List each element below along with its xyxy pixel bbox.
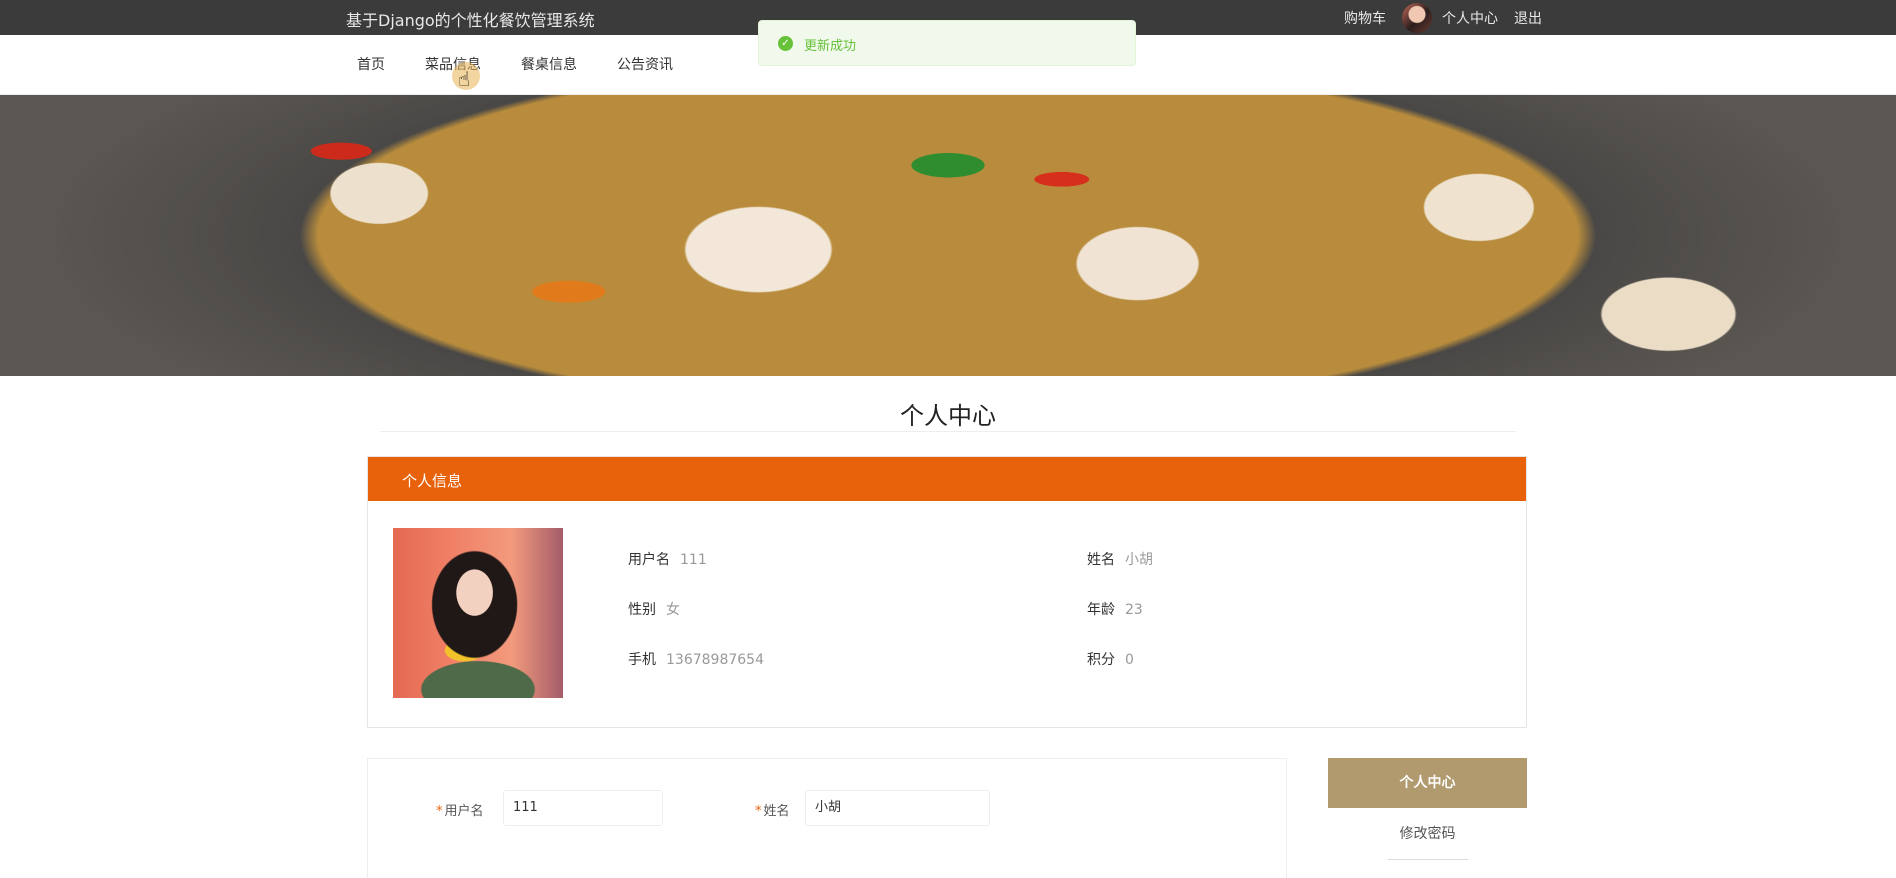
success-toast: ✓ 更新成功: [758, 20, 1136, 66]
logout-link[interactable]: 退出: [1514, 8, 1542, 28]
info-name: 姓名 小胡: [1087, 552, 1153, 568]
profile-info-card: 个人信息 用户名 111 姓名 小胡 性别女 年龄 23 手机 13678987654 …: [367, 456, 1527, 728]
info-username: 用户名 111: [628, 552, 707, 568]
username-input[interactable]: 111: [503, 790, 663, 826]
nav-item-news[interactable]: 公告资讯: [617, 54, 673, 74]
page-title: 个人中心: [900, 402, 996, 430]
user-avatar[interactable]: [1402, 2, 1432, 33]
banner-carousel[interactable]: [0, 95, 1896, 376]
name-form-label: * 姓名: [755, 804, 790, 819]
profile-edit-form: * 用户名 111 * 姓名 小胡: [367, 758, 1287, 878]
info-age: 年龄 23: [1087, 602, 1143, 618]
info-phone: 手机 13678987654: [628, 652, 764, 668]
profile-info-header: 个人信息: [368, 457, 1526, 501]
nav-item-home[interactable]: 首页: [357, 54, 385, 74]
side-menu-change-password[interactable]: 修改密码: [1328, 816, 1527, 852]
name-input[interactable]: 小胡: [805, 790, 990, 826]
profile-photo: [393, 528, 563, 698]
info-gender: 性别女: [628, 602, 680, 618]
side-menu-divider: [1388, 859, 1468, 860]
username-form-label: * 用户名: [436, 804, 484, 819]
site-title: 基于Django的个性化餐饮管理系统: [346, 11, 595, 30]
check-circle-icon: ✓: [778, 36, 793, 51]
cart-link[interactable]: 购物车: [1344, 8, 1386, 28]
top-right-links: 购物车 个人中心 退出: [1344, 0, 1542, 35]
nav-item-tables[interactable]: 餐桌信息: [521, 54, 577, 74]
user-center-link[interactable]: 个人中心: [1442, 8, 1498, 28]
divider: [380, 431, 1516, 432]
pointer-cursor-icon: ☝: [458, 67, 471, 91]
info-points: 积分 0: [1087, 652, 1134, 668]
side-menu-user-center[interactable]: 个人中心: [1328, 758, 1527, 808]
toast-message: 更新成功: [804, 39, 857, 54]
profile-info-title: 个人信息: [402, 472, 463, 490]
